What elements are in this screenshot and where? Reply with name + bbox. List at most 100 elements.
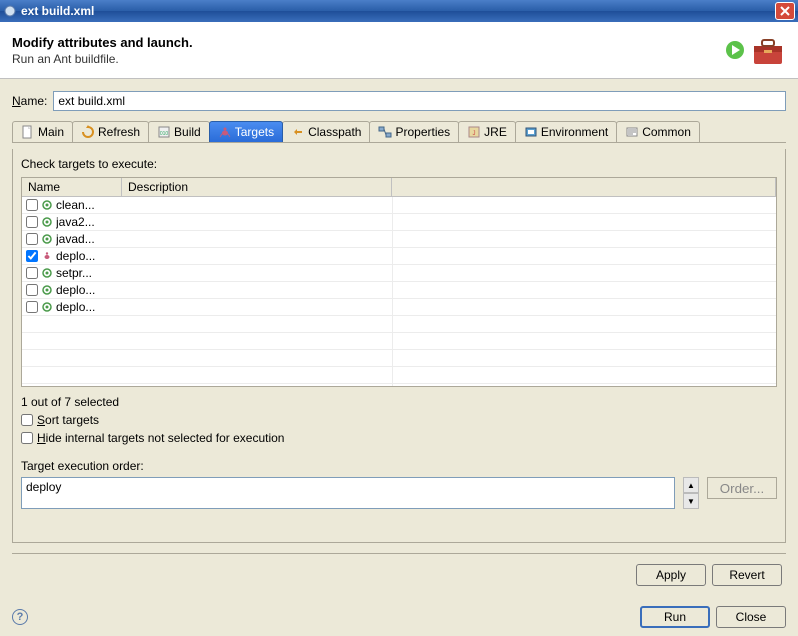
tab-refresh[interactable]: Refresh	[72, 121, 149, 142]
env-icon	[524, 125, 538, 139]
target-name: deplo...	[56, 283, 95, 297]
titlebar[interactable]: ext build.xml	[0, 0, 798, 22]
cell-rest	[392, 248, 776, 264]
cell-name: deplo...	[22, 283, 122, 297]
revert-button[interactable]: Revert	[712, 564, 782, 586]
cell-name: clean...	[22, 198, 122, 212]
selection-count: 1 out of 7 selected	[21, 395, 777, 409]
ant-icon	[218, 125, 232, 139]
tab-label: Targets	[235, 125, 274, 139]
tab-properties[interactable]: Properties	[369, 121, 459, 142]
tab-label: JRE	[484, 125, 507, 139]
tab-main[interactable]: Main	[12, 121, 73, 142]
window-icon	[3, 4, 17, 18]
target-default-icon	[41, 284, 53, 296]
table-row[interactable]: setpr...	[22, 265, 776, 282]
tab-body-targets: Check targets to execute: Name Descripti…	[12, 149, 786, 543]
order-textarea[interactable]: deploy	[21, 477, 675, 509]
apply-button[interactable]: Apply	[636, 564, 706, 586]
target-checkbox[interactable]	[26, 250, 38, 262]
cell-name: javad...	[22, 232, 122, 246]
table-row[interactable]: clean...	[22, 197, 776, 214]
hide-targets-checkbox[interactable]	[21, 432, 33, 444]
cell-rest	[392, 197, 776, 213]
target-ant-icon	[41, 250, 53, 262]
cell-name: deplo...	[22, 300, 122, 314]
table-row[interactable]: deplo...	[22, 282, 776, 299]
table-row-empty	[22, 384, 776, 387]
col-name[interactable]: Name	[22, 178, 122, 196]
order-button: Order...	[707, 477, 777, 499]
tab-label: Environment	[541, 125, 608, 139]
target-name: deplo...	[56, 249, 95, 263]
target-default-icon	[41, 267, 53, 279]
refresh-icon	[81, 125, 95, 139]
hide-targets-row: Hide internal targets not selected for e…	[21, 431, 777, 445]
scroll-down-icon[interactable]: ▼	[683, 493, 699, 509]
table-row[interactable]: javad...	[22, 231, 776, 248]
svg-text:010: 010	[160, 131, 169, 137]
sort-targets-checkbox[interactable]	[21, 414, 33, 426]
tab-build[interactable]: 010 Build	[148, 121, 210, 142]
targets-table: Name Description clean... java2... javad..…	[21, 177, 777, 387]
classpath-icon	[291, 125, 305, 139]
scroll-up-icon[interactable]: ▲	[683, 477, 699, 493]
tab-jre[interactable]: J JRE	[458, 121, 516, 142]
target-default-icon	[41, 233, 53, 245]
target-checkbox[interactable]	[26, 301, 38, 313]
tab-label: Common	[642, 125, 691, 139]
cell-name: java2...	[22, 215, 122, 229]
target-checkbox[interactable]	[26, 233, 38, 245]
close-icon[interactable]	[775, 2, 795, 20]
name-row: Name:	[12, 91, 786, 111]
tab-label: Build	[174, 125, 201, 139]
cell-rest	[392, 299, 776, 315]
col-rest[interactable]	[392, 178, 776, 196]
target-checkbox[interactable]	[26, 267, 38, 279]
run-button[interactable]: Run	[640, 606, 710, 628]
target-name: java2...	[56, 215, 95, 229]
target-name: clean...	[56, 198, 95, 212]
tab-label: Classpath	[308, 125, 361, 139]
name-label: Name:	[12, 94, 47, 108]
run-config-icon	[724, 39, 746, 61]
window-title: ext build.xml	[21, 4, 775, 18]
cell-name: setpr...	[22, 266, 122, 280]
tab-label: Properties	[395, 125, 450, 139]
header-subtitle: Run an Ant buildfile.	[12, 52, 724, 66]
hide-targets-label[interactable]: Hide internal targets not selected for e…	[37, 431, 284, 445]
close-button[interactable]: Close	[716, 606, 786, 628]
target-checkbox[interactable]	[26, 216, 38, 228]
content-area: Modify attributes and launch. Run an Ant…	[0, 22, 798, 636]
svg-text:J: J	[473, 131, 476, 137]
table-header: Name Description	[22, 178, 776, 197]
table-row[interactable]: deplo...	[22, 248, 776, 265]
tab-classpath[interactable]: Classpath	[282, 121, 370, 142]
target-name: javad...	[56, 232, 95, 246]
header-icons	[724, 32, 786, 68]
sort-targets-label[interactable]: Sort targets	[37, 413, 99, 427]
table-row[interactable]: deplo...	[22, 299, 776, 316]
col-description[interactable]: Description	[122, 178, 392, 196]
table-row[interactable]: java2...	[22, 214, 776, 231]
name-input[interactable]	[53, 91, 786, 111]
order-label: Target execution order:	[21, 459, 777, 473]
footer-buttons: Run Close	[28, 606, 786, 628]
properties-icon	[378, 125, 392, 139]
cell-rest	[392, 214, 776, 230]
cell-rest	[392, 231, 776, 247]
target-checkbox[interactable]	[26, 284, 38, 296]
tab-common[interactable]: Common	[616, 121, 700, 142]
main-area: Name: Main Refresh 010 Build Targets Classpat…	[0, 79, 798, 598]
target-default-icon	[41, 216, 53, 228]
target-name: setpr...	[56, 266, 92, 280]
tab-targets[interactable]: Targets	[209, 121, 283, 142]
tab-environment[interactable]: Environment	[515, 121, 617, 142]
target-checkbox[interactable]	[26, 199, 38, 211]
table-row-empty	[22, 333, 776, 350]
tab-bar: Main Refresh 010 Build Targets Classpath Prope…	[12, 121, 786, 143]
tab-label: Main	[38, 125, 64, 139]
table-row-empty	[22, 367, 776, 384]
help-icon[interactable]: ?	[12, 609, 28, 625]
cell-name: deplo...	[22, 249, 122, 263]
